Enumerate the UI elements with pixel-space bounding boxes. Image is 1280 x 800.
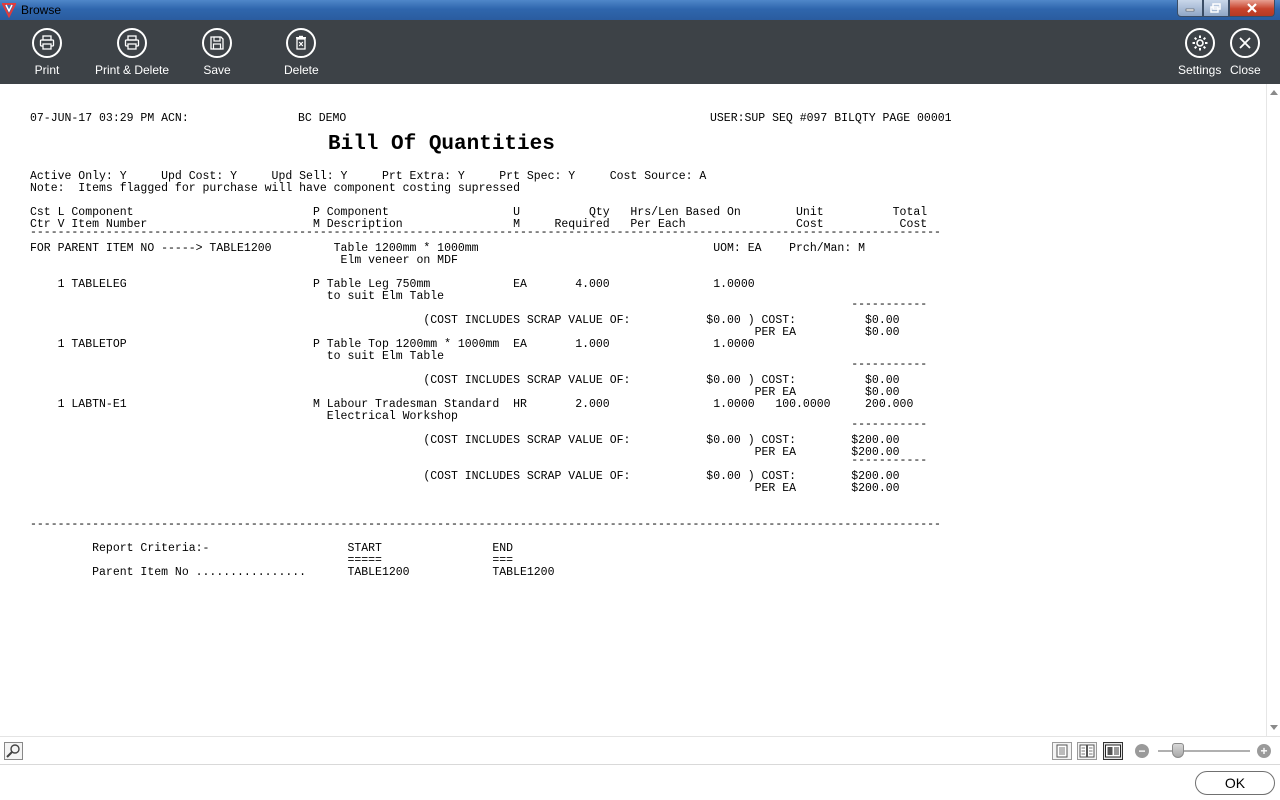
restore-icon: [1210, 3, 1221, 13]
status-bar: − +: [0, 736, 1280, 764]
subtotal-rule: -----------: [30, 298, 928, 311]
print-label: Print: [34, 63, 60, 77]
scroll-up-arrow-icon[interactable]: [1270, 90, 1278, 95]
zoom-slider-thumb[interactable]: [1172, 743, 1184, 758]
magnifier-icon: [6, 744, 20, 758]
toolbar: Print Print & Delete Save Delete Setting…: [0, 20, 1280, 84]
close-x-icon: [1247, 3, 1257, 13]
delete-button[interactable]: Delete: [284, 28, 319, 77]
total-rule: -----------: [30, 454, 928, 467]
window-title: Browse: [21, 3, 62, 17]
save-button[interactable]: Save: [202, 28, 232, 77]
save-label: Save: [203, 63, 231, 77]
minimize-button[interactable]: [1177, 0, 1203, 17]
single-page-view-button[interactable]: [1052, 742, 1072, 760]
settings-label: Settings: [1178, 63, 1222, 77]
app-logo-icon: [2, 3, 16, 18]
page-width-icon: [1105, 744, 1121, 758]
ok-button[interactable]: OK: [1195, 771, 1275, 795]
search-button[interactable]: [4, 742, 23, 760]
subtotal-rule: -----------: [30, 358, 928, 371]
minus-icon: −: [1138, 744, 1146, 758]
total-per-unit-cost-line: PER EA $200.00: [30, 482, 900, 495]
report-criteria-parent-item: Parent Item No ................ TABLE120…: [30, 566, 555, 579]
floppy-disk-icon: [202, 28, 232, 58]
vertical-scrollbar[interactable]: [1266, 84, 1280, 736]
title-bar: Browse: [0, 0, 1280, 20]
header-right: USER:SUP SEQ #097 BILQTY PAGE 00001: [710, 112, 952, 125]
window-controls: [1177, 0, 1275, 18]
settings-button[interactable]: Settings: [1178, 28, 1221, 77]
close-button[interactable]: Close: [1230, 28, 1261, 77]
dialog-footer: OK: [0, 764, 1280, 800]
print-button[interactable]: Print: [32, 28, 62, 77]
subtotal-rule: -----------: [30, 418, 928, 431]
close-icon: [1230, 28, 1261, 58]
maximize-button[interactable]: [1203, 0, 1229, 17]
bottom-rule: ----------------------------------------…: [30, 518, 941, 531]
printer-icon: [32, 28, 62, 58]
gear-icon: [1184, 28, 1215, 58]
single-page-icon: [1056, 744, 1068, 758]
two-page-view-button[interactable]: [1077, 742, 1097, 760]
company-name: BC DEMO: [298, 112, 347, 125]
two-page-icon: [1079, 744, 1095, 758]
header-left: 07-JUN-17 03:29 PM ACN:: [30, 112, 189, 125]
close-label: Close: [1230, 63, 1261, 77]
zoom-out-button[interactable]: −: [1135, 744, 1149, 758]
delete-label: Delete: [284, 63, 319, 77]
parent-item-description: Elm veneer on MDF: [30, 254, 458, 267]
window-close-button[interactable]: [1229, 0, 1275, 17]
page-width-view-button[interactable]: [1103, 742, 1123, 760]
plus-icon: +: [1260, 744, 1268, 758]
zoom-in-button[interactable]: +: [1257, 744, 1271, 758]
report-viewer[interactable]: 07-JUN-17 03:29 PM ACN: BC DEMO USER:SUP…: [0, 84, 1266, 736]
header-rule: ----------------------------------------…: [30, 226, 941, 239]
print-and-delete-label: Print & Delete: [95, 63, 170, 77]
trash-icon: [286, 28, 317, 58]
note-line: Note: Items flagged for purchase will ha…: [30, 182, 520, 195]
print-and-delete-button[interactable]: Print & Delete: [95, 28, 169, 77]
minimize-icon: [1185, 8, 1195, 12]
report-title: Bill Of Quantities: [328, 133, 555, 156]
scroll-down-arrow-icon[interactable]: [1270, 725, 1278, 730]
printer-icon: [117, 28, 148, 58]
